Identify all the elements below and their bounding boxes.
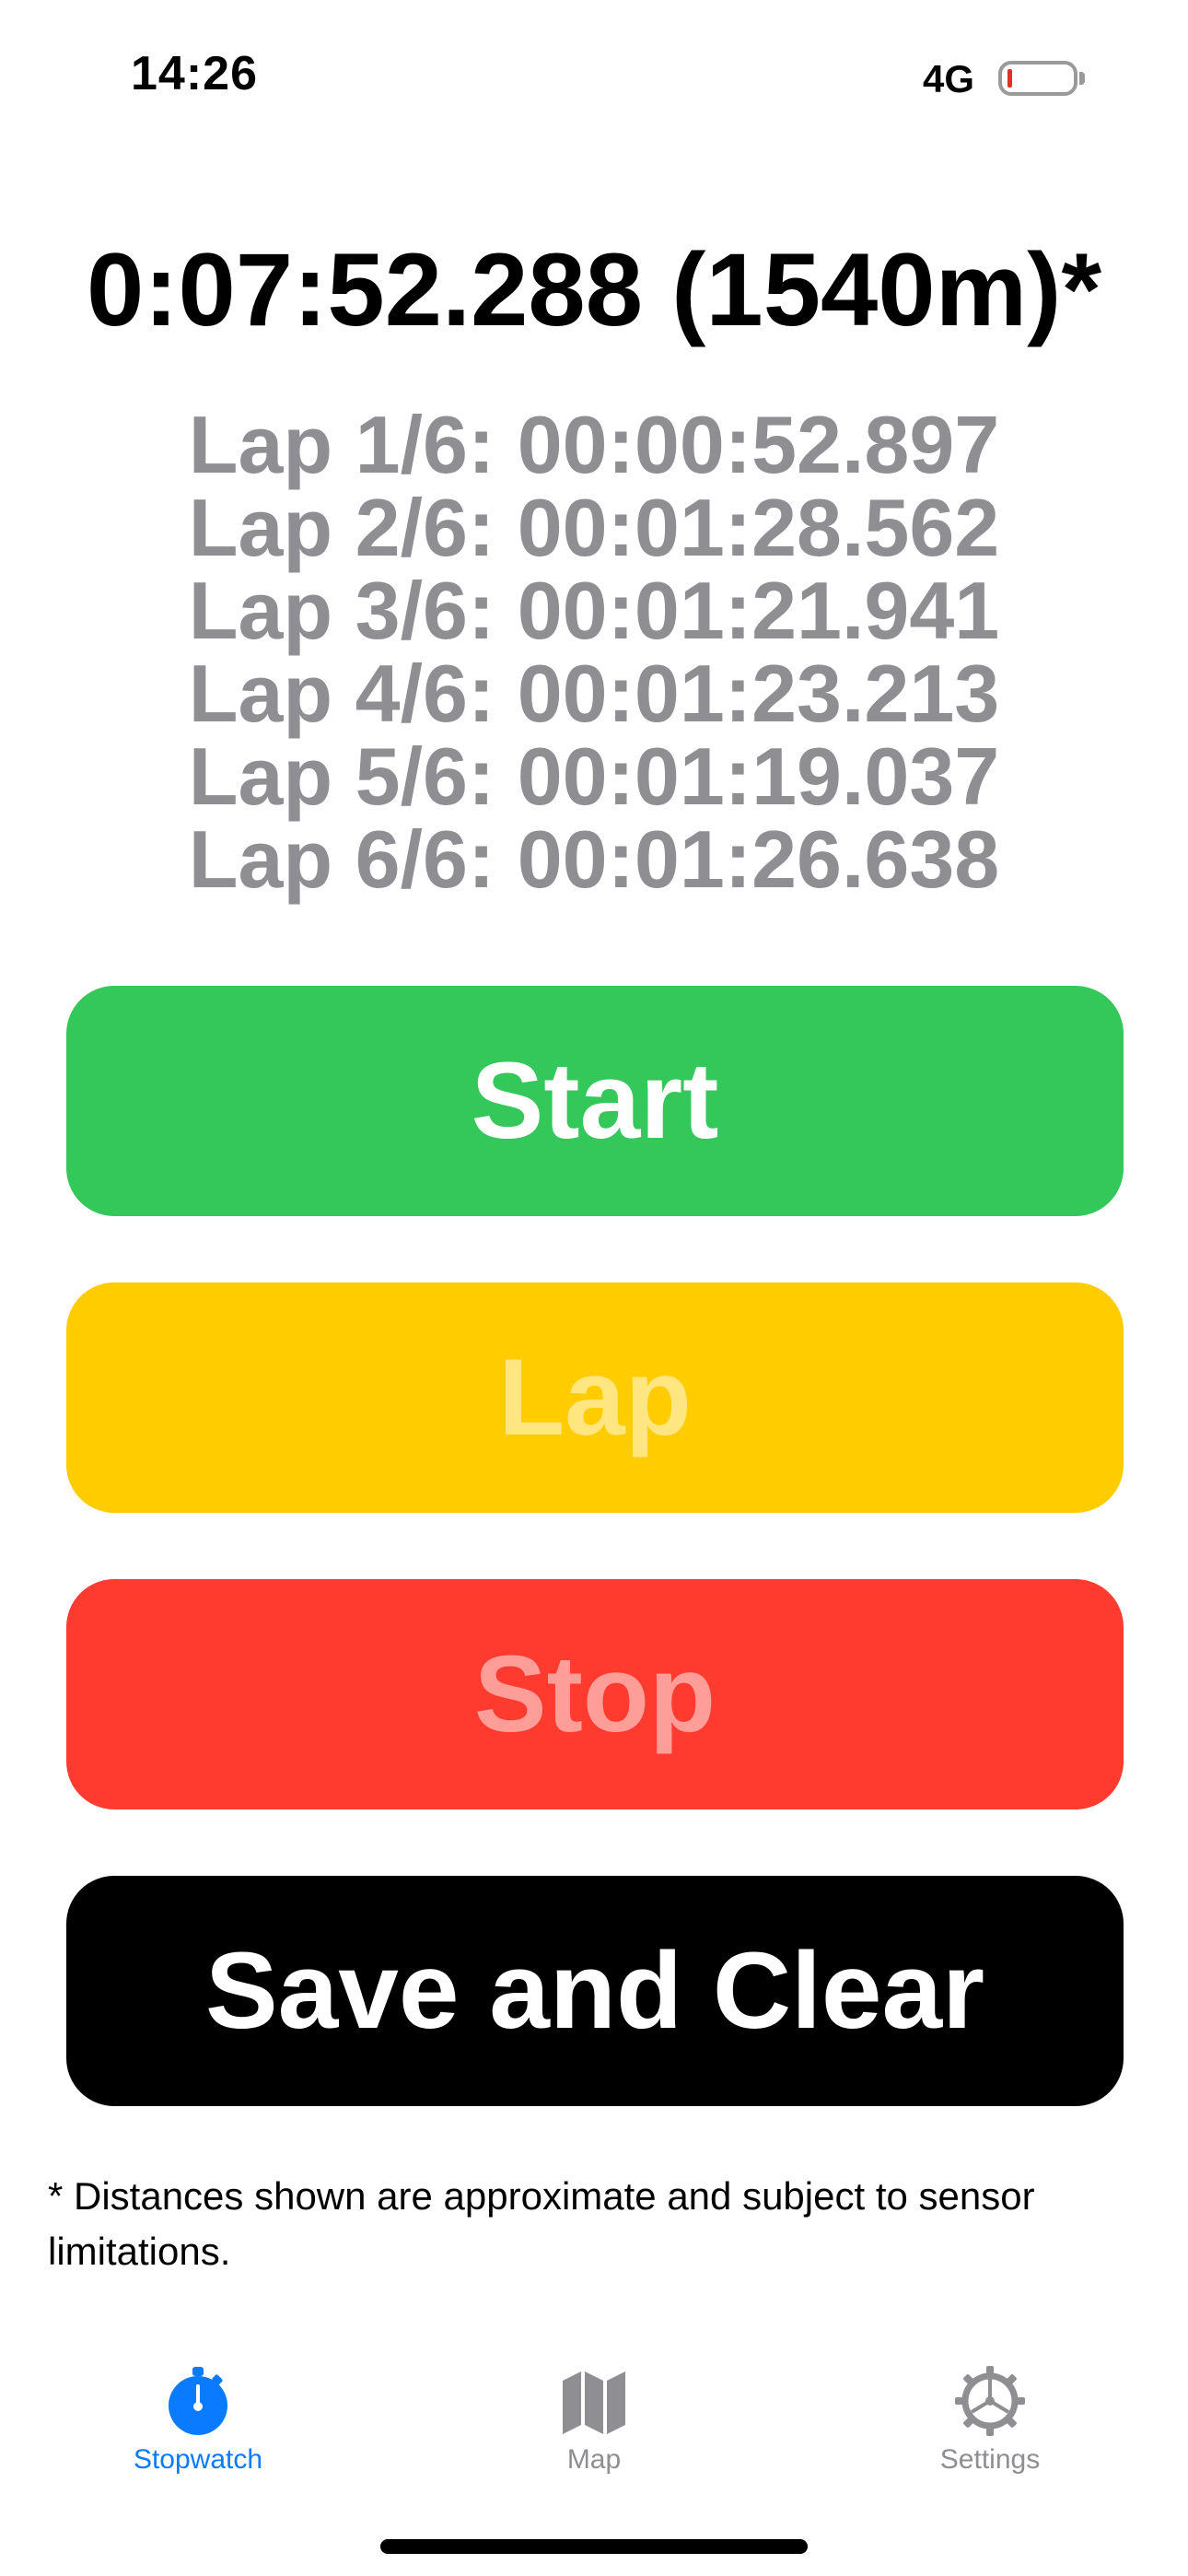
lap-item: Lap 4/6: 00:01:23.213 bbox=[188, 648, 1000, 739]
start-button[interactable]: Start bbox=[66, 986, 1124, 1216]
stop-button[interactable]: Stop bbox=[66, 1579, 1124, 1809]
tab-label: Stopwatch bbox=[133, 2444, 263, 2475]
tab-label: Settings bbox=[939, 2444, 1041, 2475]
status-time: 14:26 bbox=[131, 47, 258, 100]
battery-icon bbox=[998, 61, 1077, 96]
tab-settings[interactable]: Settings bbox=[870, 2340, 1110, 2488]
lap-item: Lap 5/6: 00:01:19.037 bbox=[188, 731, 1000, 822]
tab-stopwatch[interactable]: Stopwatch bbox=[78, 2340, 318, 2488]
start-button-label: Start bbox=[471, 1040, 719, 1162]
distance-disclaimer: * Distances shown are approximate and su… bbox=[48, 2174, 1035, 2273]
save-and-clear-button-label: Save and Clear bbox=[204, 1930, 985, 2052]
tab-bar: Stopwatch Map Settings bbox=[0, 2340, 1188, 2524]
gear-icon bbox=[955, 2366, 1025, 2436]
home-indicator[interactable] bbox=[380, 2539, 808, 2554]
lap-item: Lap 1/6: 00:00:52.897 bbox=[188, 399, 1000, 490]
lap-button[interactable]: Lap bbox=[66, 1282, 1124, 1513]
battery-level bbox=[1007, 69, 1012, 88]
elapsed-time-display: 0:07:52.288 (1540m)* bbox=[86, 232, 1102, 347]
tab-label: Map bbox=[566, 2444, 622, 2475]
tab-map[interactable]: Map bbox=[474, 2340, 714, 2488]
lap-item: Lap 2/6: 00:01:28.562 bbox=[188, 482, 1000, 573]
lap-item: Lap 3/6: 00:01:21.941 bbox=[188, 565, 1000, 656]
stopwatch-icon bbox=[169, 2367, 227, 2435]
lap-item: Lap 6/6: 00:01:26.638 bbox=[188, 814, 1000, 905]
lap-list: Lap 1/6: 00:00:52.897 Lap 2/6: 00:01:28.… bbox=[0, 404, 1188, 901]
save-and-clear-button[interactable]: Save and Clear bbox=[66, 1876, 1124, 2106]
lap-button-label: Lap bbox=[498, 1337, 692, 1458]
battery-cap bbox=[1079, 72, 1085, 85]
map-icon bbox=[563, 2371, 625, 2434]
network-indicator: 4G bbox=[923, 57, 975, 100]
stop-button-label: Stop bbox=[473, 1633, 716, 1755]
